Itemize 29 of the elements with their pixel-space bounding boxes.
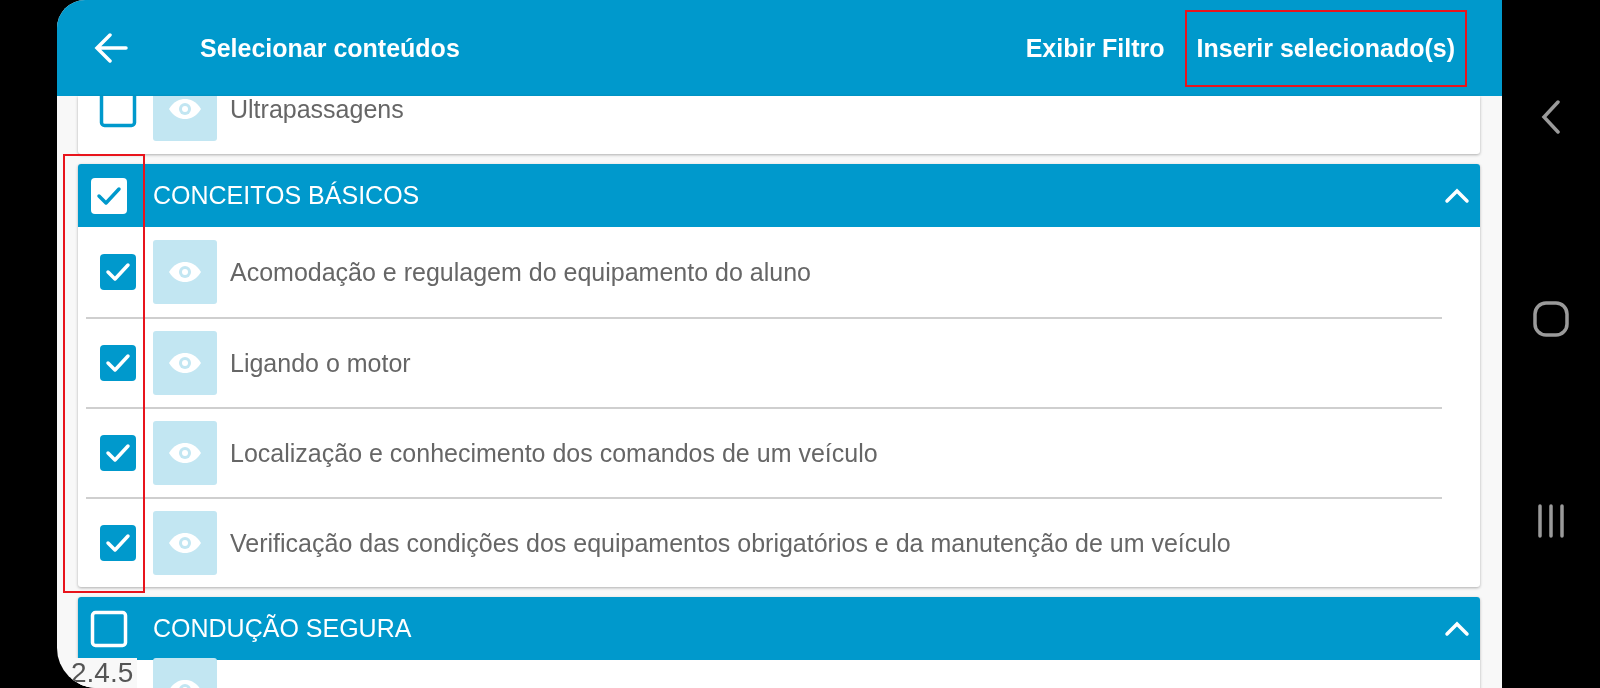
eye-icon: [168, 442, 202, 464]
chevron-up-icon[interactable]: [1444, 620, 1470, 637]
action-button[interactable]: Exibir Filtro: [1015, 11, 1175, 85]
section-header[interactable]: CONDUÇÃO SEGURA: [78, 597, 1480, 660]
checkbox[interactable]: [99, 253, 137, 291]
action-button[interactable]: Inserir selecionado(s): [1186, 11, 1465, 85]
content-label: Verificação das condições dos equipamentos obrigatórios e da manutenção de um veículo: [230, 528, 1231, 558]
checkbox[interactable]: [99, 96, 137, 128]
checkbox[interactable]: [99, 344, 137, 382]
screen-title: Selecionar conteúdos: [200, 33, 461, 63]
chevron-up-icon[interactable]: [1444, 187, 1470, 204]
eye-icon: [168, 352, 202, 374]
eye-icon: [168, 98, 202, 120]
checkbox[interactable]: [90, 176, 128, 215]
home-icon[interactable]: [1533, 301, 1569, 337]
eye-icon: [168, 261, 202, 283]
section-header[interactable]: CONCEITOS BÁSICOS: [78, 164, 1480, 227]
back-icon[interactable]: [1541, 100, 1561, 134]
section-title: CONDUÇÃO SEGURA: [153, 614, 413, 643]
content-label: Acomodação e regulagem do equipamento do aluno: [230, 257, 811, 287]
checkbox[interactable]: [99, 524, 137, 562]
content-label: Ultrapassagens: [230, 96, 404, 124]
content-label: Ligando o motor: [230, 348, 411, 378]
recent-apps-icon[interactable]: [1536, 504, 1566, 538]
content-label: Localização e conhecimento dos comandos de um veículo: [230, 438, 878, 468]
section-title: CONCEITOS BÁSICOS: [153, 181, 421, 210]
eye-icon: [168, 532, 202, 554]
version-label: 2.4.5: [71, 658, 138, 688]
checkbox[interactable]: [99, 434, 137, 472]
